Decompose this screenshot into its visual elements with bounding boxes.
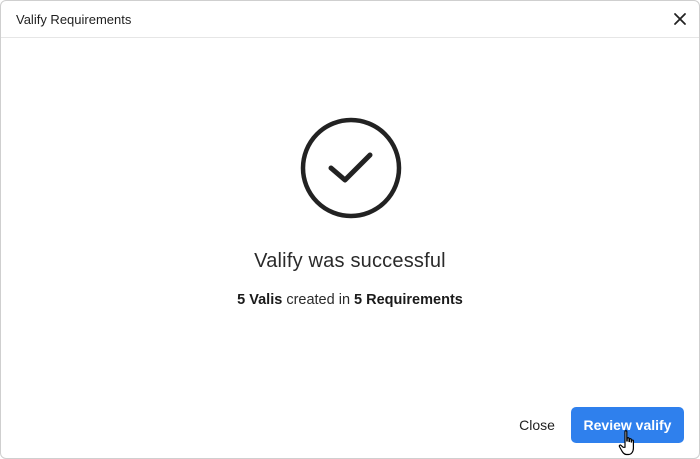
requirements-count: 5 Requirements	[354, 292, 463, 308]
hand-pointer-cursor-icon	[618, 429, 640, 457]
summary-middle-text: created in	[282, 292, 355, 308]
success-heading: Valify was successful	[254, 250, 446, 272]
dialog-header: Valify Requirements	[1, 1, 699, 38]
dialog-title: Valify Requirements	[16, 12, 132, 27]
result-summary: 5 Valis created in 5 Requirements	[1, 292, 699, 308]
checkmark-circle-icon	[300, 117, 402, 219]
close-button[interactable]: Close	[507, 409, 567, 441]
valis-count: 5 Valis	[237, 292, 283, 308]
close-icon[interactable]	[670, 9, 690, 29]
valify-dialog: Valify Requirements Valify was successfu…	[0, 0, 700, 459]
